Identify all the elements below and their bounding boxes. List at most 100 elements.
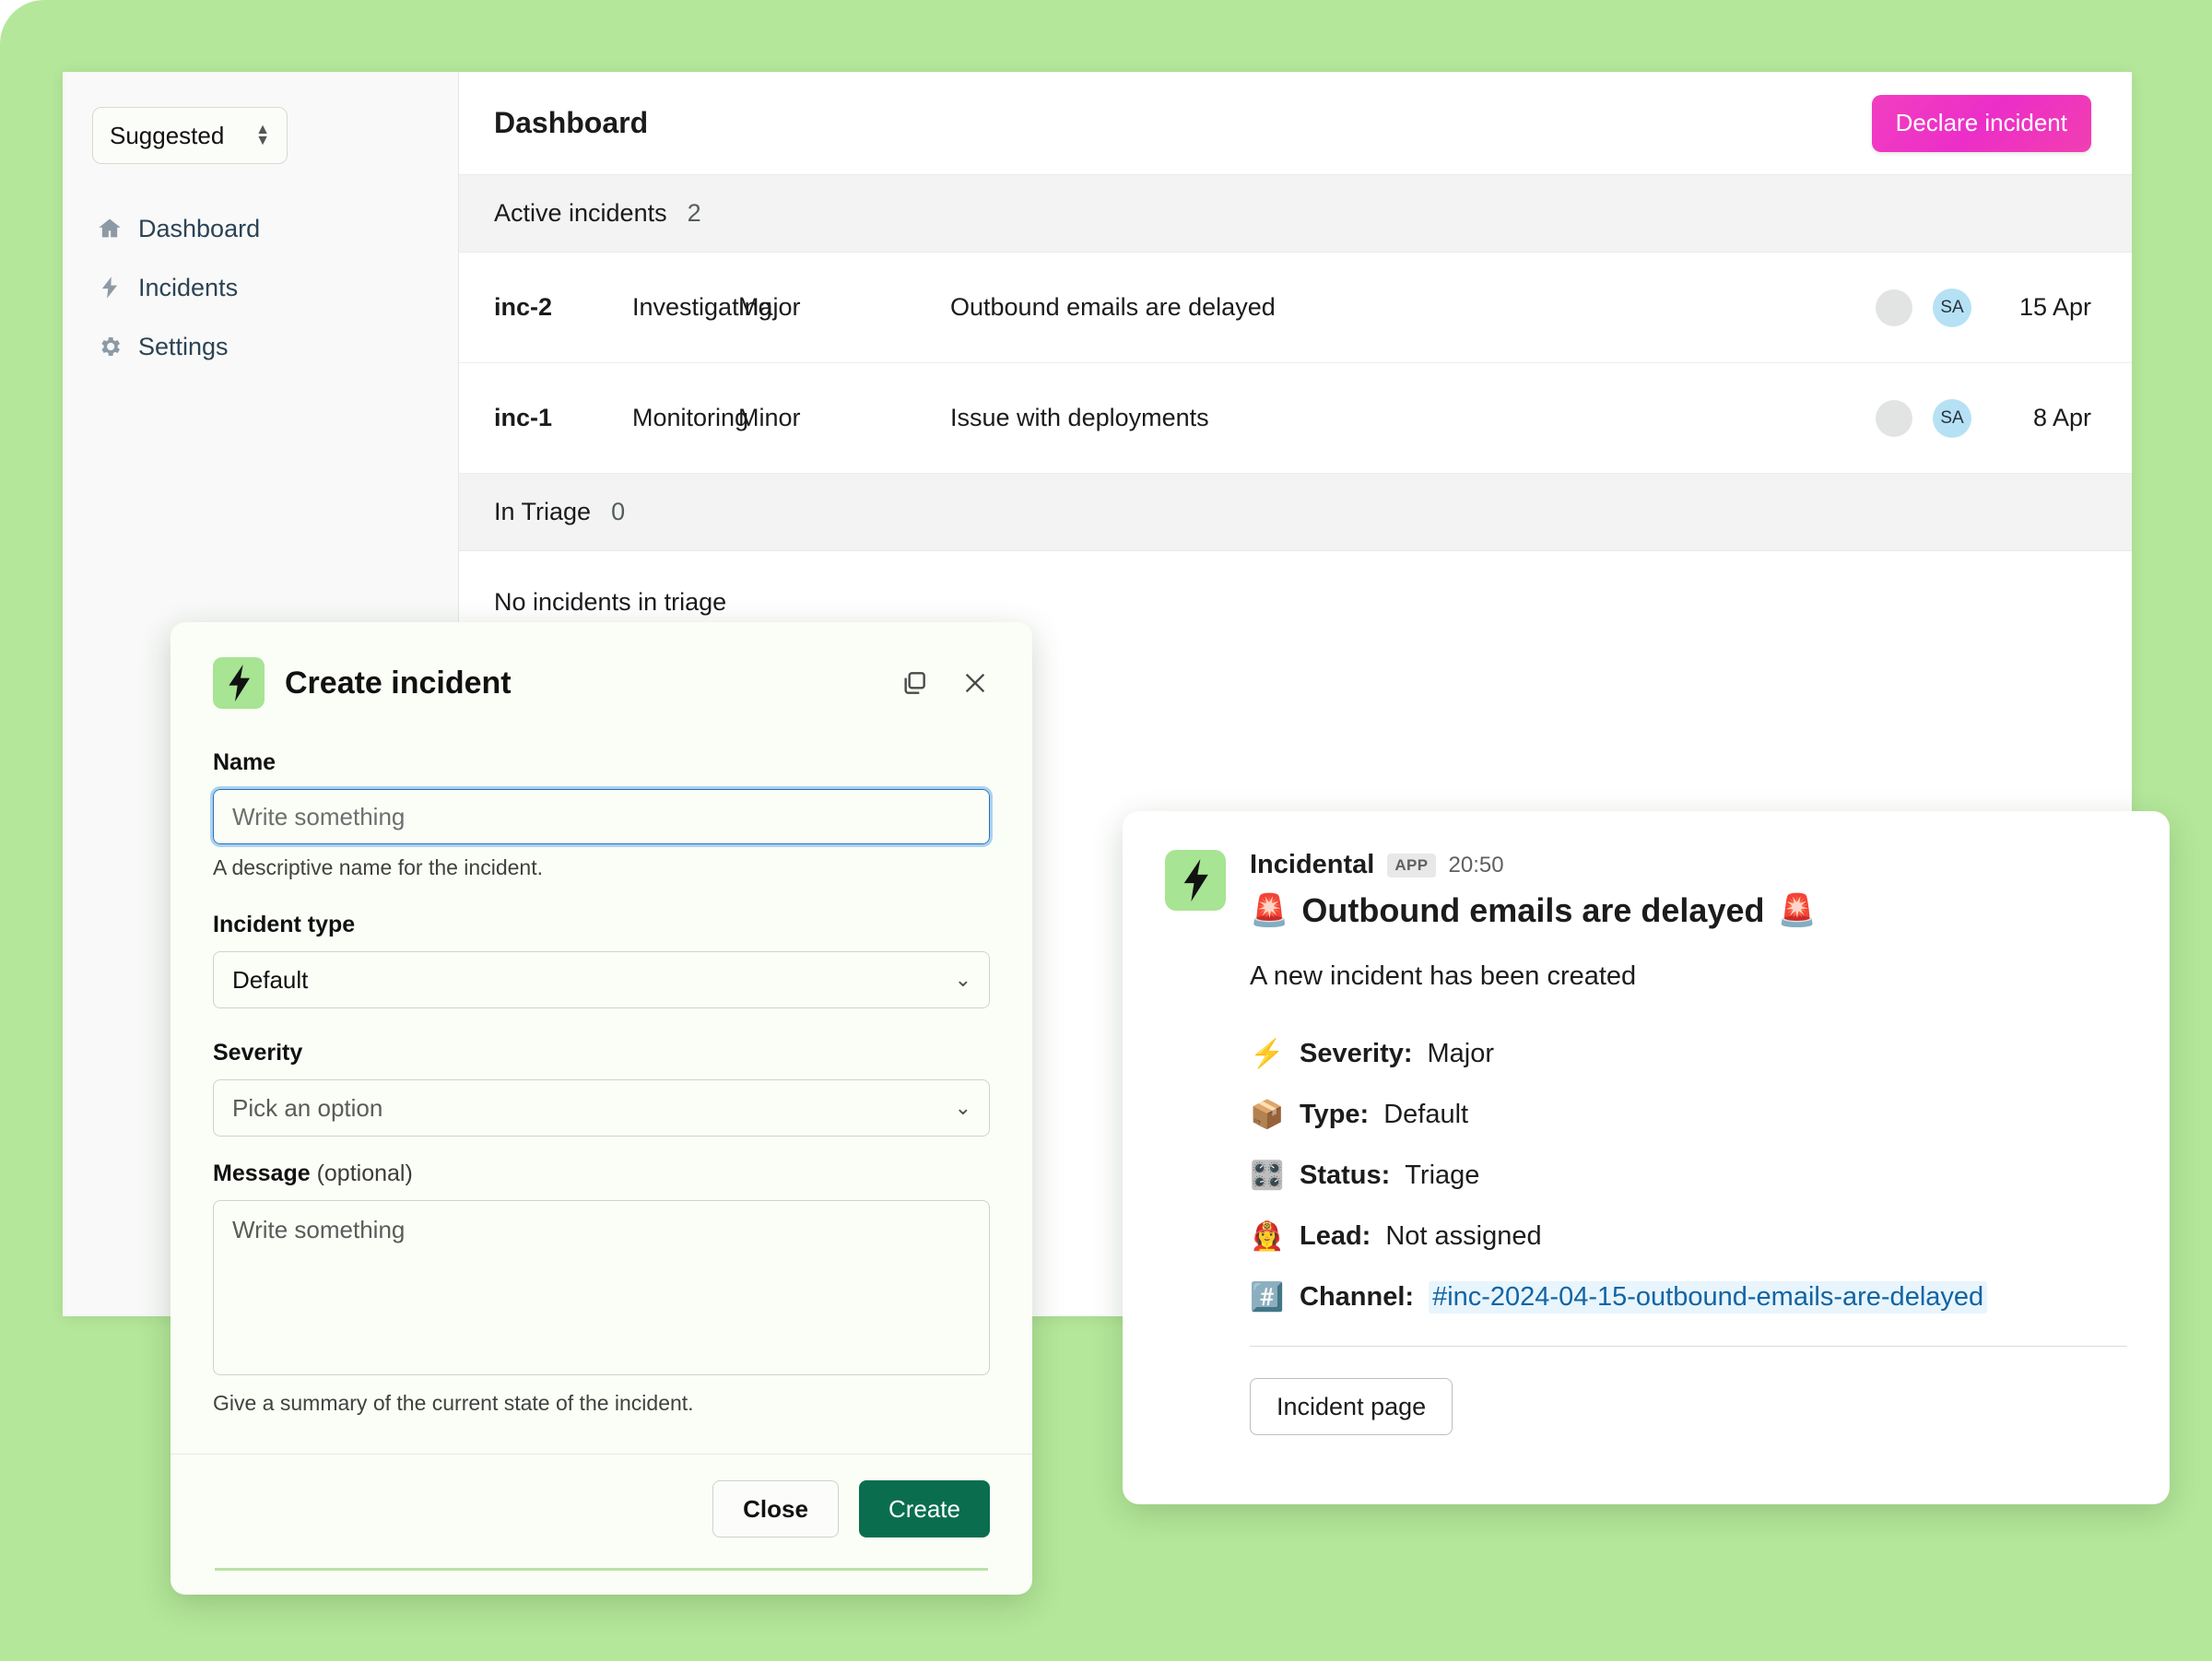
message-optional-suffix: (optional) (311, 1160, 413, 1186)
channel-link[interactable]: #inc-2024-04-15-outbound-emails-are-dela… (1429, 1281, 1987, 1313)
slack-message-card: Incidental APP 20:50 🚨 Outbound emails a… (1123, 811, 2170, 1504)
lightning-emoji: ⚡ (1250, 1038, 1285, 1070)
name-field-label: Name (213, 749, 990, 776)
incident-date: 15 Apr (1992, 293, 2091, 322)
modal-header: Create incident (171, 622, 1032, 709)
slack-field-lead: 👩‍🚒 Lead: Not assigned (1250, 1206, 2127, 1266)
incident-type-select-wrap: Default ⌄ (213, 951, 990, 1008)
slack-author: Incidental (1250, 850, 1374, 880)
incident-ref: inc-1 (494, 404, 632, 432)
sidebar-item-label: Settings (138, 333, 229, 361)
gear-icon (96, 333, 124, 360)
severity-select[interactable]: Pick an option (213, 1079, 990, 1137)
slack-divider (1250, 1346, 2127, 1347)
slack-headline: 🚨 Outbound emails are delayed 🚨 (1250, 891, 2127, 930)
bolt-icon (96, 274, 124, 301)
main-header: Dashboard Declare incident (459, 72, 2132, 175)
avatar-placeholder (1876, 400, 1912, 437)
rotating-light-emoji: 🚨 (1777, 895, 1816, 926)
modal-body: Name A descriptive name for the incident… (171, 709, 1032, 1416)
slack-field-status: 🎛️ Status: Triage (1250, 1145, 2127, 1206)
slack-message-header: Incidental APP 20:50 🚨 Outbound emails a… (1165, 850, 2127, 930)
create-button[interactable]: Create (859, 1480, 990, 1537)
hash-emoji: #️⃣ (1250, 1281, 1285, 1313)
close-x-icon[interactable] (957, 665, 994, 701)
incident-ref: inc-2 (494, 293, 632, 322)
page-title: Dashboard (494, 106, 648, 140)
table-row[interactable]: inc-1 Monitoring Minor Issue with deploy… (459, 363, 2132, 474)
incident-page-button[interactable]: Incident page (1250, 1378, 1453, 1435)
sidebar-item-settings[interactable]: Settings (92, 317, 429, 376)
incident-title: Outbound emails are delayed (950, 293, 1876, 322)
avatar-placeholder (1876, 289, 1912, 326)
traffic-light-emoji: 🎛️ (1250, 1160, 1285, 1192)
slack-field-channel: #️⃣ Channel: #inc-2024-04-15-outbound-em… (1250, 1266, 2127, 1327)
section-header-in-triage: In Triage 0 (459, 474, 2132, 551)
incident-severity: Minor (738, 404, 950, 432)
severity-select-wrap: Pick an option ⌄ (213, 1079, 990, 1137)
slack-subtitle: A new incident has been created (1250, 961, 2127, 992)
close-button[interactable]: Close (712, 1480, 839, 1537)
message-field-help: Give a summary of the current state of t… (213, 1391, 990, 1416)
bolt-icon (213, 657, 265, 709)
incident-title: Issue with deployments (950, 404, 1876, 432)
slack-field-label: Type: (1300, 1100, 1369, 1130)
slack-field-severity: ⚡ Severity: Major (1250, 1023, 2127, 1084)
slack-field-label: Channel: (1300, 1282, 1414, 1313)
home-icon (96, 215, 124, 242)
modal-title-group: Create incident (213, 657, 512, 709)
name-field-help: A descriptive name for the incident. (213, 855, 990, 880)
incident-row-meta: SA 8 Apr (1876, 399, 2091, 438)
slack-field-value: Default (1383, 1100, 1468, 1130)
create-incident-modal: Create incident Name A descriptive name … (171, 622, 1032, 1595)
incident-row-meta: SA 15 Apr (1876, 289, 2091, 327)
section-count: 0 (611, 498, 625, 526)
incident-severity: Major (738, 293, 950, 322)
sidebar-item-label: Incidents (138, 274, 238, 302)
modal-accent-line (215, 1568, 988, 1571)
avatar: SA (1933, 399, 1971, 438)
slack-field-value: Triage (1405, 1160, 1479, 1191)
incident-type-select[interactable]: Default (213, 951, 990, 1008)
modal-header-actions (896, 665, 994, 701)
section-title: Active incidents (494, 199, 667, 228)
section-title: In Triage (494, 498, 591, 526)
incident-type-label: Incident type (213, 912, 990, 938)
slack-field-label: Lead: (1300, 1221, 1371, 1252)
incident-status: Monitoring (632, 404, 738, 432)
copy-icon[interactable] (896, 665, 933, 701)
avatar: SA (1933, 289, 1971, 327)
slack-field-value: Major (1428, 1039, 1495, 1069)
firefighter-emoji: 👩‍🚒 (1250, 1220, 1285, 1253)
slack-timestamp: 20:50 (1449, 853, 1504, 878)
message-textarea[interactable] (213, 1200, 990, 1375)
slack-field-type: 📦 Type: Default (1250, 1084, 2127, 1145)
bolt-icon (1165, 850, 1226, 911)
slack-field-label: Status: (1300, 1160, 1390, 1191)
slack-field-label: Severity: (1300, 1039, 1413, 1069)
section-header-active-incidents: Active incidents 2 (459, 175, 2132, 253)
section-count: 2 (688, 199, 701, 228)
message-label-text: Message (213, 1160, 311, 1186)
modal-footer: Close Create (171, 1454, 1032, 1537)
package-emoji: 📦 (1250, 1099, 1285, 1131)
severity-label: Severity (213, 1040, 990, 1066)
sidebar-nav: Dashboard Incidents Settings (92, 199, 429, 376)
up-down-chevrons-icon: ▲▼ (255, 126, 270, 146)
sidebar-item-incidents[interactable]: Incidents (92, 258, 429, 317)
slack-headline-text: Outbound emails are delayed (1301, 891, 1764, 930)
sidebar-item-label: Dashboard (138, 215, 260, 243)
rotating-light-emoji: 🚨 (1250, 895, 1288, 926)
modal-title: Create incident (285, 666, 512, 701)
workspace-switcher[interactable]: Suggested ▲▼ (92, 107, 288, 164)
declare-incident-button[interactable]: Declare incident (1872, 95, 2091, 152)
incident-status: Investigating (632, 293, 738, 322)
sidebar-item-dashboard[interactable]: Dashboard (92, 199, 429, 258)
message-label: Message (optional) (213, 1160, 990, 1187)
name-input[interactable] (213, 789, 990, 844)
slack-app-badge: APP (1387, 854, 1435, 878)
slack-field-value: Not assigned (1385, 1221, 1541, 1252)
workspace-switcher-label: Suggested (110, 122, 224, 150)
table-row[interactable]: inc-2 Investigating Major Outbound email… (459, 253, 2132, 363)
incident-date: 8 Apr (1992, 404, 2091, 432)
